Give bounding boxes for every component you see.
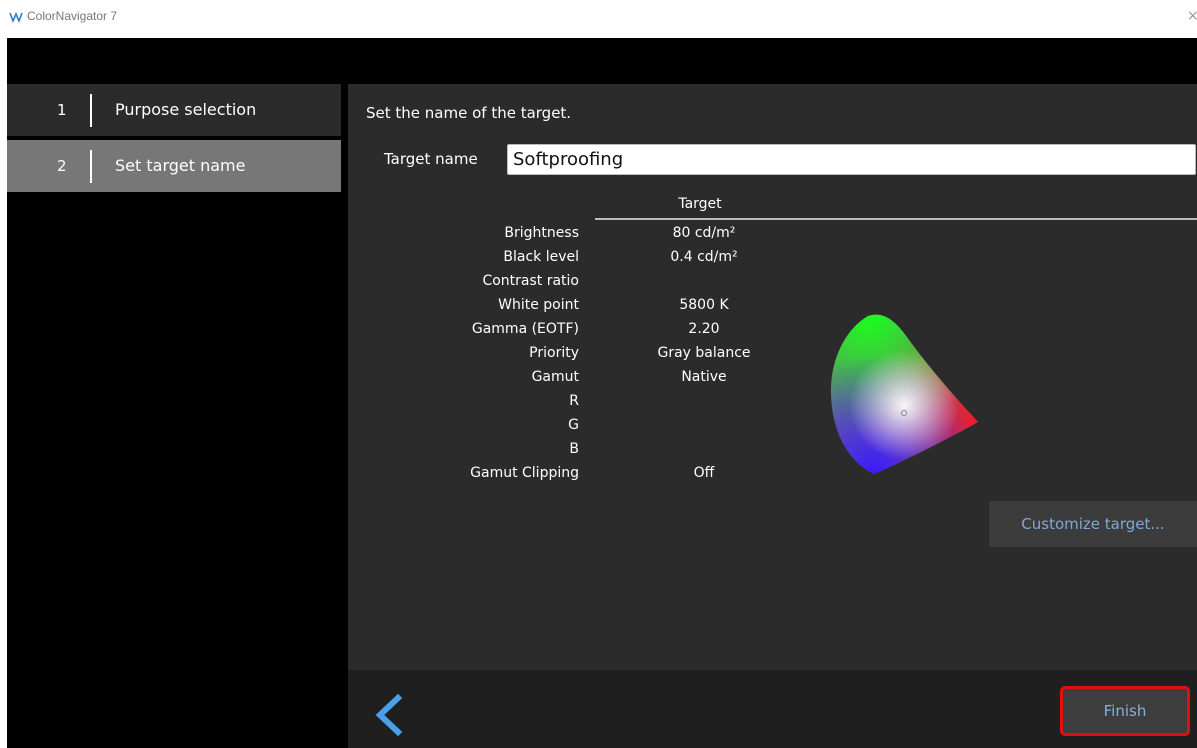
step-number: 1 [57, 101, 67, 119]
gamut-value: Native [681, 369, 727, 385]
chevron-left-icon[interactable] [368, 694, 408, 736]
gamut-r-label: R [569, 393, 579, 409]
step-divider [90, 94, 92, 127]
close-icon[interactable]: × [1187, 6, 1197, 26]
contrast-ratio-label: Contrast ratio [482, 273, 579, 289]
step-label: Set target name [115, 156, 246, 175]
black-level-value: 0.4 cd/m² [670, 249, 738, 265]
cie-gamut-diagram [830, 314, 978, 474]
white-point-value: 5800 K [679, 297, 729, 313]
gamma-label: Gamma (EOTF) [471, 321, 579, 337]
step-purpose-selection[interactable]: 1 Purpose selection [7, 84, 341, 136]
gamut-b-label: B [569, 441, 579, 457]
title-bar: ColorNavigator 7 × [0, 0, 1197, 38]
gamut-label: Gamut [531, 369, 579, 385]
target-name-input[interactable] [507, 144, 1196, 175]
colornavigator-logo-icon [9, 11, 23, 24]
step-number: 2 [57, 157, 67, 175]
brightness-label: Brightness [504, 225, 579, 241]
step-set-target-name[interactable]: 2 Set target name [7, 140, 341, 192]
gamut-g-label: G [568, 417, 579, 433]
brightness-value: 80 cd/m² [672, 225, 736, 241]
white-point-label: White point [498, 297, 579, 313]
target-column-header: Target [678, 196, 722, 212]
gamma-value: 2.20 [688, 321, 720, 337]
gamut-clipping-value: Off [693, 465, 715, 481]
gamut-clipping-label: Gamut Clipping [470, 465, 579, 481]
content-panel: Set the name of the target. Target name … [348, 84, 1197, 670]
black-level-label: Black level [503, 249, 579, 265]
finish-button[interactable]: Finish [1060, 686, 1190, 736]
app-area: 1 Purpose selection 2 Set target name Se… [7, 38, 1197, 748]
priority-value: Gray balance [657, 345, 751, 361]
footer-bar: Finish [348, 670, 1197, 748]
priority-label: Priority [529, 345, 579, 361]
step-label: Purpose selection [115, 100, 257, 119]
window-title: ColorNavigator 7 [27, 9, 118, 23]
customize-target-button[interactable]: Customize target... [989, 501, 1197, 547]
step-divider [90, 150, 92, 183]
instruction-text: Set the name of the target. [366, 104, 572, 122]
column-header-divider [595, 218, 1197, 220]
target-name-label: Target name [384, 150, 478, 168]
